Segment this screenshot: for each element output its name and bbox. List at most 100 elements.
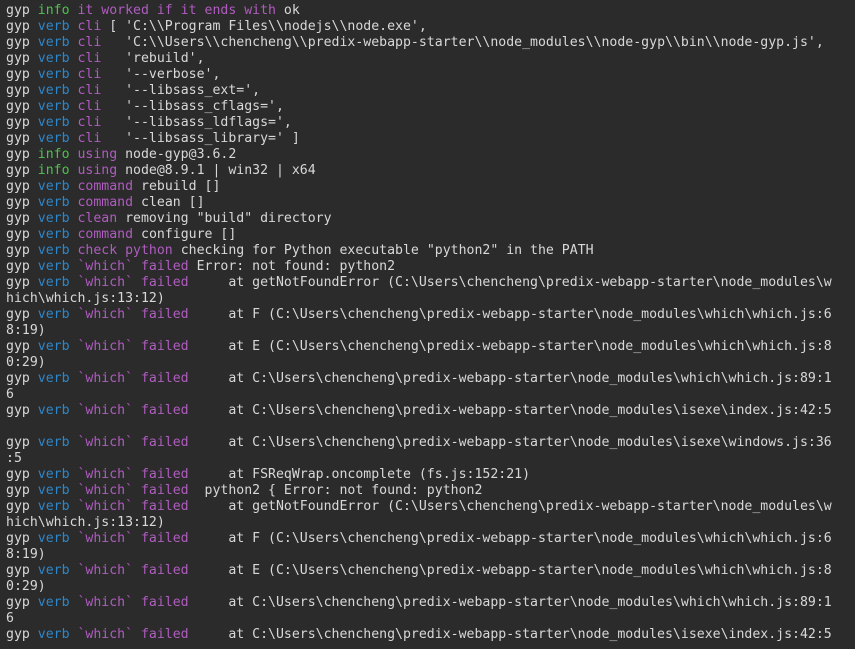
terminal-segment: at E (C:\Users\chencheng\predix-webapp-s… [196,563,832,578]
terminal-line: gyp verb `which` failed at C:\Users\chen… [6,595,853,611]
terminal-line: gyp verb cli '--libsass_ldflags=', [6,115,853,131]
terminal-segment: cli [77,67,110,82]
terminal-line: gyp verb command rebuild [] [6,179,853,195]
terminal-segment: verb [37,483,78,498]
terminal-segment: [ 'C:\\Program Files\\nodejs\\node.exe', [109,19,427,34]
terminal-segment: verb [37,307,78,322]
terminal-segment: gyp [6,3,38,18]
terminal-segment: gyp [6,179,38,194]
terminal-line: gyp verb `which` failed at F (C:\Users\c… [6,531,853,547]
terminal-segment: cli [77,99,110,114]
terminal-segment: Error: not found: python2 [196,259,396,274]
terminal-segment: command [77,179,141,194]
terminal-line: gyp verb `which` failed at getNotFoundEr… [6,499,853,515]
terminal-line: gyp verb `which` failed python2 { Error:… [6,483,853,499]
terminal-line: 0:29) [6,355,853,371]
terminal-line: gyp info using node@8.9.1 | win32 | x64 [6,163,853,179]
terminal-segment: verb [37,67,78,82]
terminal-line: gyp verb command clean [] [6,195,853,211]
terminal-segment: `which` failed [77,275,197,290]
terminal-line: gyp verb `which` failed Error: not found… [6,259,853,275]
terminal-segment: gyp [6,307,38,322]
terminal-segment: gyp [6,67,38,82]
terminal-segment: removing "build" directory [125,211,332,226]
terminal-line: gyp verb cli '--verbose', [6,67,853,83]
terminal-segment: gyp [6,35,38,50]
terminal-segment: at C:\Users\chencheng\predix-webapp-star… [196,595,832,610]
terminal-line: gyp info it worked if it ends with ok [6,3,853,19]
terminal-line: :5 [6,451,853,467]
terminal-segment: cli [77,51,110,66]
terminal-segment: verb [37,259,78,274]
terminal-segment: verb [37,227,78,242]
terminal-segment: gyp [6,563,38,578]
terminal-segment: verb [37,35,78,50]
terminal-segment: `which` failed [77,435,197,450]
terminal-line: gyp verb cli [ 'C:\\Program Files\\nodej… [6,19,853,35]
terminal-segment: gyp [6,339,38,354]
terminal-segment: `which` failed [77,483,197,498]
terminal-segment: `which` failed [77,371,197,386]
terminal-line: 0:29) [6,579,853,595]
terminal-segment: verb [37,99,78,114]
terminal-segment: verb [37,339,78,354]
terminal-segment: at C:\Users\chencheng\predix-webapp-star… [196,435,832,450]
terminal-line: gyp verb cli 'C:\\Users\\chencheng\\pred… [6,35,853,51]
terminal-line: gyp verb cli 'rebuild', [6,51,853,67]
terminal-segment: at C:\Users\chencheng\predix-webapp-star… [196,627,832,642]
terminal-segment: '--libsass_ldflags=', [109,115,292,130]
terminal-segment: verb [37,403,78,418]
terminal-segment: verb [37,563,78,578]
terminal-segment: gyp [6,403,38,418]
terminal-segment: gyp [6,259,38,274]
terminal-segment: `which` failed [77,531,197,546]
terminal-segment: 'rebuild', [109,51,205,66]
terminal-segment: using [77,163,126,178]
terminal-segment: at FSReqWrap.oncomplete (fs.js:152:21) [196,467,531,482]
terminal-segment: verb [37,195,78,210]
terminal-segment: at F (C:\Users\chencheng\predix-webapp-s… [196,307,832,322]
terminal-line: gyp verb `which` failed at E (C:\Users\c… [6,563,853,579]
terminal-segment: gyp [6,371,38,386]
terminal-segment: gyp [6,483,38,498]
terminal-segment: check python [77,243,181,258]
terminal-window[interactable]: gyp info it worked if it ends with ok gyp… [0,0,855,649]
terminal-segment: gyp [6,131,38,146]
terminal-segment: verb [37,51,78,66]
terminal-segment: 8:19) [6,323,46,338]
terminal-line: gyp verb cli '--libsass_cflags=', [6,99,853,115]
terminal-segment: verb [37,19,78,34]
terminal-segment: using [77,147,126,162]
terminal-segment: `which` failed [77,403,197,418]
terminal-segment: command [77,195,141,210]
terminal-segment: hich\which.js:13:12) [6,515,165,530]
terminal-segment: gyp [6,595,38,610]
terminal-segment: cli [77,19,110,34]
terminal-segment: rebuild [] [141,179,221,194]
terminal-segment: cli [77,83,110,98]
terminal-segment: at getNotFoundError (C:\Users\chencheng\… [196,499,832,514]
terminal-line: gyp verb `which` failed at C:\Users\chen… [6,435,853,451]
terminal-segment: gyp [6,195,38,210]
terminal-segment: configure [] [141,227,237,242]
terminal-line: gyp verb check python checking for Pytho… [6,243,853,259]
terminal-line: 8:19) [6,323,853,339]
terminal-segment: cli [77,115,110,130]
terminal-line: 6 [6,611,853,627]
terminal-segment: 'C:\\Users\\chencheng\\predix-webapp-sta… [109,35,824,50]
terminal-segment: gyp [6,211,38,226]
terminal-segment: gyp [6,435,38,450]
terminal-segment: 6 [6,611,14,626]
terminal-segment: cli [77,131,110,146]
terminal-line: gyp verb clean removing "build" director… [6,211,853,227]
terminal-segment: gyp [6,115,38,130]
terminal-segment: it worked if it ends with [77,3,284,18]
terminal-segment: gyp [6,243,38,258]
terminal-segment: verb [37,131,78,146]
terminal-segment: verb [37,627,78,642]
terminal-segment: verb [37,115,78,130]
terminal-line: gyp verb `which` failed at getNotFoundEr… [6,275,853,291]
terminal-segment: gyp [6,163,38,178]
terminal-output: gyp info it worked if it ends with ok gyp… [6,3,853,643]
terminal-segment: '--libsass_cflags=', [109,99,284,114]
